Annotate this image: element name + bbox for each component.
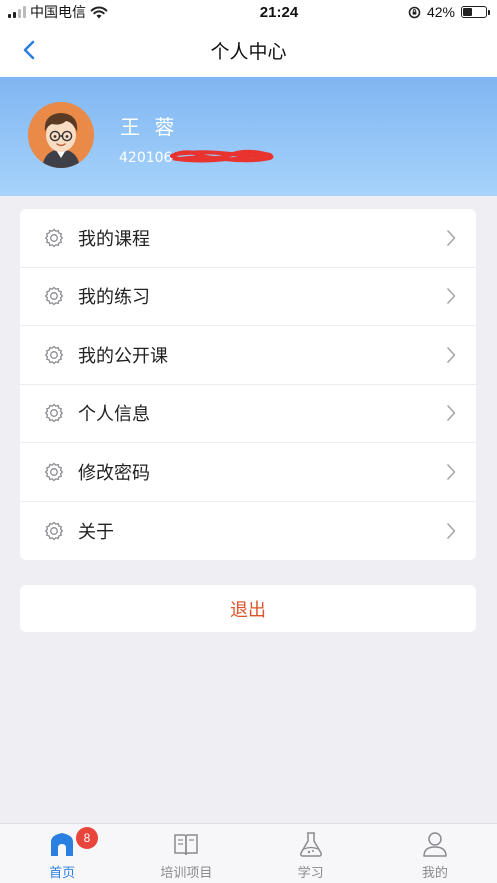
chevron-left-icon	[23, 40, 35, 60]
tab-label: 我的	[421, 866, 448, 881]
menu-item-label: 我的课程	[78, 228, 150, 250]
user-id: 420106	[119, 150, 173, 166]
menu-item-label: 个人信息	[78, 404, 150, 426]
gear-icon	[42, 460, 66, 484]
tab-label: 培训项目	[160, 866, 213, 881]
gear-icon	[42, 284, 66, 308]
redaction-scribble	[170, 149, 274, 163]
back-button[interactable]	[16, 37, 42, 63]
profile-header: 王 蓉 420106	[0, 77, 497, 196]
menu-list: 我的课程 我的练习 我的公开课 个人信息 修改密码 关于	[20, 209, 476, 560]
menu-item-about[interactable]: 关于	[20, 502, 476, 561]
chevron-right-icon	[444, 286, 458, 306]
status-left: 中国电信	[0, 2, 180, 22]
status-time: 21:24	[259, 3, 299, 21]
menu-item-label: 关于	[78, 521, 114, 543]
tab-training-projects[interactable]: 培训项目	[124, 824, 248, 883]
nav-bar: 个人中心	[0, 24, 497, 77]
tab-home[interactable]: 首页 8	[0, 824, 124, 883]
page-title: 个人中心	[210, 41, 287, 63]
gear-icon	[42, 401, 66, 425]
book-icon	[171, 829, 201, 859]
wifi-icon	[90, 6, 108, 18]
notification-badge: 8	[76, 827, 98, 849]
menu-item-change-password[interactable]: 修改密码	[20, 443, 476, 502]
menu-item-label: 修改密码	[78, 462, 150, 484]
battery-icon	[461, 6, 490, 18]
chevron-right-icon	[444, 462, 458, 482]
logout-button[interactable]: 退出	[20, 585, 476, 632]
chevron-right-icon	[444, 403, 458, 423]
gear-icon	[42, 519, 66, 543]
user-icon	[420, 829, 450, 859]
menu-item-personal-info[interactable]: 个人信息	[20, 385, 476, 443]
tab-label: 首页	[49, 866, 76, 881]
avatar[interactable]	[28, 102, 94, 168]
tab-label: 学习	[297, 866, 324, 881]
orientation-lock-icon	[408, 6, 421, 18]
avatar-cartoon-icon	[28, 102, 94, 168]
gear-icon	[42, 343, 66, 367]
menu-item-my-open-courses[interactable]: 我的公开课	[20, 326, 476, 385]
carrier-label: 中国电信	[30, 5, 86, 21]
home-icon	[47, 829, 77, 859]
menu-item-my-exercises[interactable]: 我的练习	[20, 268, 476, 326]
user-name: 王 蓉	[120, 115, 179, 139]
chevron-right-icon	[444, 521, 458, 541]
tab-bar: 首页 8 培训项目 学习 我的	[0, 823, 497, 883]
tab-mine[interactable]: 我的	[373, 824, 497, 883]
flask-icon	[296, 829, 326, 859]
chevron-right-icon	[444, 228, 458, 248]
chevron-right-icon	[444, 345, 458, 365]
battery-fill	[463, 8, 473, 16]
menu-item-my-courses[interactable]: 我的课程	[20, 209, 476, 268]
status-bar: 中国电信 21:24 42%	[0, 0, 497, 24]
menu-item-label: 我的练习	[78, 287, 150, 309]
tab-study[interactable]: 学习	[249, 824, 373, 883]
gear-icon	[42, 226, 66, 250]
menu-item-label: 我的公开课	[78, 345, 168, 367]
status-right: 42%	[408, 4, 497, 20]
signal-icon	[8, 6, 26, 18]
battery-percent: 42%	[426, 4, 455, 20]
